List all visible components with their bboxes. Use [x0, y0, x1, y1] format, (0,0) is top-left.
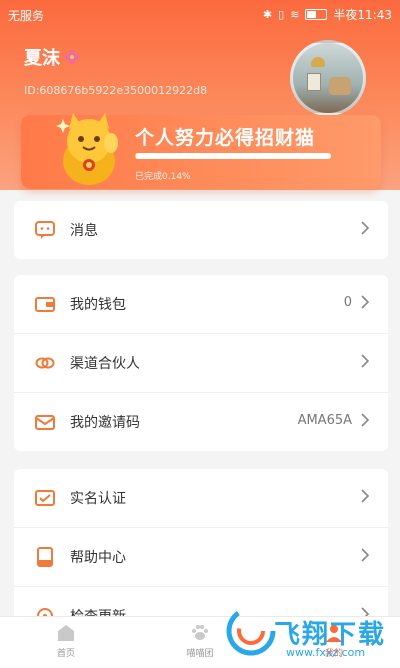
chevron-right-icon [361, 221, 370, 235]
promo-banner[interactable]: 个人努力必得招财猫 已完成0.14% [21, 113, 381, 189]
menu-item-label: 实名认证 [70, 491, 126, 507]
user-id: ID:608676b5922e3500012922d8 [24, 84, 208, 97]
menu-item-invite-code[interactable]: 我的邀请码 AMA65A [14, 393, 388, 451]
menu-item-real-name[interactable]: 实名认证 [14, 469, 388, 528]
id-card-icon [35, 490, 55, 506]
menu-item-label: 我的邀请码 [70, 415, 140, 431]
user-name: 夏沫 [24, 44, 80, 70]
tab-label: 喵喵团 [186, 649, 214, 659]
wallet-icon [35, 297, 55, 312]
lucky-cat-icon [56, 113, 118, 185]
wifi-icon: ≋ [290, 7, 300, 21]
paw-icon [192, 625, 208, 640]
promo-title: 个人努力必得招财猫 [135, 127, 316, 149]
menu-item-label: 消息 [70, 223, 98, 239]
status-bar: 无服务 ✱ ▯ ≋ 半夜11:43 [0, 0, 400, 28]
watermark-swirl-icon [226, 606, 276, 656]
envelope-icon [35, 415, 55, 430]
chevron-right-icon [361, 548, 370, 562]
menu-item-label: 我的钱包 [70, 297, 126, 313]
book-icon [37, 547, 53, 567]
clock-text: 半夜11:43 [333, 8, 392, 22]
chevron-right-icon [361, 295, 370, 309]
watermark-url: www.fxxz.com [286, 646, 366, 659]
flower-icon [64, 49, 80, 65]
promo-progress-fill [135, 153, 136, 159]
menu-item-help[interactable]: 帮助中心 [14, 528, 388, 587]
battery-icon [305, 9, 328, 20]
watermark-logo: 飞翔下载 www.fxxz.com [220, 600, 400, 667]
menu-group-2: 我的钱包 0 渠道合伙人 我的邀请码 AMA65A [14, 275, 388, 451]
chevron-right-icon [361, 489, 370, 503]
home-icon [58, 625, 74, 641]
link-icon [35, 357, 55, 369]
menu-item-value: 0 [343, 295, 352, 310]
bluetooth-icon: ✱ [262, 7, 273, 21]
menu-item-value: AMA65A [297, 413, 352, 428]
menu-item-messages[interactable]: 消息 [14, 201, 388, 259]
tab-label: 首页 [56, 649, 75, 659]
promo-progress-bar [135, 153, 331, 159]
promo-progress-text: 已完成0.14% [135, 172, 191, 182]
menu-item-partner[interactable]: 渠道合伙人 [14, 334, 388, 393]
carrier-text: 无服务 [8, 9, 45, 23]
menu-group-1: 消息 [14, 201, 388, 259]
message-icon [35, 221, 55, 239]
user-name-text: 夏沫 [24, 48, 60, 69]
chevron-right-icon [361, 413, 370, 427]
vibrate-icon: ▯ [278, 7, 285, 21]
chevron-right-icon [361, 354, 370, 368]
avatar[interactable] [290, 40, 366, 116]
menu-item-label: 渠道合伙人 [70, 356, 140, 372]
menu-item-label: 帮助中心 [70, 550, 126, 566]
menu-item-wallet[interactable]: 我的钱包 0 [14, 275, 388, 334]
tab-home[interactable]: 首页 [26, 623, 106, 659]
